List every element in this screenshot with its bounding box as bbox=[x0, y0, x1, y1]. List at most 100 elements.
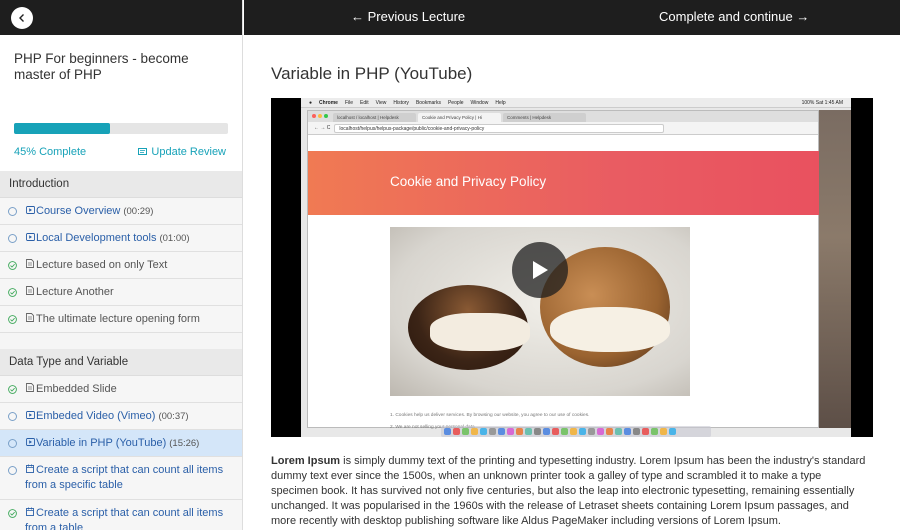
sidebar-header bbox=[0, 0, 242, 35]
lecture-nav-bar: ← Previous Lecture Complete and continue… bbox=[244, 0, 900, 35]
lesson-incomplete-status bbox=[5, 409, 19, 423]
mac-menu-item: File bbox=[344, 99, 353, 106]
lesson-title-wrap: Local Development tools (01:00) bbox=[25, 231, 190, 246]
lesson-title-wrap: Create a script that can count all items… bbox=[25, 463, 230, 493]
lesson-title-wrap: The ultimate lecture opening form bbox=[25, 312, 200, 327]
lesson-item[interactable]: Lecture based on only Text bbox=[0, 252, 242, 279]
browser-window: localhost / localhost | Helpdesk Cookie a… bbox=[307, 110, 820, 430]
lesson-incomplete-status bbox=[5, 463, 19, 477]
lesson-item[interactable]: Embeded Video (Vimeo) (00:37) bbox=[0, 403, 242, 430]
document-icon bbox=[25, 382, 35, 392]
mac-menu-item: Chrome bbox=[319, 99, 338, 106]
section-spacer bbox=[0, 333, 242, 349]
update-review-link[interactable]: Update Review bbox=[138, 146, 226, 158]
lesson-duration: (15:26) bbox=[169, 437, 200, 449]
completed-check-icon bbox=[7, 508, 17, 518]
mac-status: 100% Sat 1:45 AM bbox=[801, 99, 843, 106]
lesson-item[interactable]: Create a script that can count all items… bbox=[0, 457, 242, 500]
apple-icon: ● bbox=[309, 99, 313, 106]
calendar-icon bbox=[25, 464, 35, 474]
document-icon bbox=[25, 258, 35, 268]
lesson-title-wrap: Lecture Another bbox=[25, 285, 114, 300]
lesson-title: Local Development tools bbox=[36, 231, 157, 244]
lesson-title: Embeded Video (Vimeo) bbox=[36, 409, 156, 422]
lesson-title-wrap: Lecture based on only Text bbox=[25, 258, 167, 273]
browser-tabs: localhost / localhost | Helpdesk Cookie a… bbox=[308, 111, 818, 122]
mac-menu-item: Help bbox=[495, 99, 506, 106]
desktop-wallpaper bbox=[819, 110, 851, 428]
lesson-incomplete-status bbox=[5, 436, 19, 450]
play-icon bbox=[533, 261, 548, 279]
lesson-incomplete-status bbox=[5, 204, 19, 218]
video-icon bbox=[25, 232, 35, 242]
mac-dock bbox=[441, 426, 711, 437]
description-text: is simply dummy text of the printing and… bbox=[271, 455, 866, 527]
play-button[interactable] bbox=[512, 242, 568, 298]
lesson-title-wrap: Variable in PHP (YouTube) (15:26) bbox=[25, 436, 199, 451]
curriculum: Introduction Course Overview (00:29) Local … bbox=[0, 171, 242, 530]
lesson-duration: (00:29) bbox=[123, 205, 154, 217]
video-thumbnail bbox=[390, 227, 690, 396]
description-lead: Lorem Ipsum bbox=[271, 455, 341, 467]
incomplete-circle-icon bbox=[7, 438, 17, 448]
lesson-completed-status bbox=[5, 312, 19, 326]
section-header: Data Type and Variable bbox=[0, 349, 242, 376]
progress-label: 45% Complete bbox=[14, 146, 87, 158]
lecture-description: Lorem Ipsum is simply dummy text of the … bbox=[271, 454, 871, 529]
lesson-title-wrap: Create a script that can count all items… bbox=[25, 506, 230, 530]
incomplete-circle-icon bbox=[7, 233, 17, 243]
lesson-duration: (00:37) bbox=[158, 410, 189, 422]
incomplete-circle-icon bbox=[7, 465, 17, 475]
hero-title: Cookie and Privacy Policy bbox=[390, 174, 547, 189]
lesson-completed-status bbox=[5, 258, 19, 272]
lesson-title: The ultimate lecture opening form bbox=[36, 312, 200, 325]
completed-check-icon bbox=[7, 287, 17, 297]
lesson-title: Variable in PHP (YouTube) bbox=[36, 436, 167, 449]
nav-arrows-icon: ← → C bbox=[314, 125, 331, 131]
lesson-title-wrap: Embedded Slide bbox=[25, 382, 117, 397]
video-player[interactable]: ● Chrome File Edit View History Bookmarks Peop… bbox=[271, 98, 873, 437]
calendar-icon bbox=[25, 507, 35, 517]
course-sidebar: PHP For beginners - become master of PHP… bbox=[0, 0, 243, 530]
lesson-item[interactable]: Local Development tools (01:00) bbox=[0, 225, 242, 252]
lesson-title-wrap: Embeded Video (Vimeo) (00:37) bbox=[25, 409, 189, 424]
section-header: Introduction bbox=[0, 171, 242, 198]
completed-check-icon bbox=[7, 314, 17, 324]
policy-line-1: 1. Cookies help us deliver services. By … bbox=[390, 413, 590, 418]
video-icon bbox=[25, 205, 35, 215]
lesson-item[interactable]: Create a script that can count all items… bbox=[0, 500, 242, 530]
lesson-item[interactable]: The ultimate lecture opening form bbox=[0, 306, 242, 333]
progress-bar bbox=[14, 123, 228, 134]
mac-menu-item: Bookmarks bbox=[415, 99, 441, 106]
window-controls bbox=[312, 114, 328, 118]
lesson-title: Create a script that can count all items… bbox=[25, 464, 224, 491]
incomplete-circle-icon bbox=[7, 206, 17, 216]
lesson-title: Lecture Another bbox=[36, 285, 114, 298]
incomplete-circle-icon bbox=[7, 411, 17, 421]
chevron-left-icon bbox=[19, 13, 24, 22]
previous-lecture-button[interactable]: ← Previous Lecture bbox=[351, 9, 465, 24]
mac-menu-item: View bbox=[375, 99, 387, 106]
lesson-item[interactable]: Lecture Another bbox=[0, 279, 242, 306]
lesson-item[interactable]: Course Overview (00:29) bbox=[0, 198, 242, 225]
document-icon bbox=[25, 312, 35, 322]
course-title: PHP For beginners - become master of PHP bbox=[14, 51, 189, 82]
lesson-title: Course Overview bbox=[36, 204, 121, 217]
update-review-label: Update Review bbox=[151, 146, 226, 158]
comment-icon bbox=[138, 148, 148, 155]
back-button[interactable] bbox=[11, 6, 33, 29]
video-icon bbox=[25, 410, 35, 420]
complete-and-continue-button[interactable]: Complete and continue → bbox=[659, 9, 809, 24]
mac-menu-item: Edit bbox=[360, 99, 369, 106]
lesson-item[interactable]: Embedded Slide bbox=[0, 376, 242, 403]
lesson-completed-status bbox=[5, 382, 19, 396]
completed-check-icon bbox=[7, 384, 17, 394]
document-icon bbox=[25, 285, 35, 295]
progress-fill bbox=[14, 123, 111, 134]
lesson-title: Embedded Slide bbox=[36, 382, 117, 395]
lecture-content: Variable in PHP (YouTube) ● Chrome File Ed… bbox=[244, 35, 900, 530]
lesson-item[interactable]: Variable in PHP (YouTube) (15:26) bbox=[0, 430, 242, 457]
lesson-title: Lecture based on only Text bbox=[36, 258, 168, 271]
browser-tab: localhost / localhost | Helpdesk bbox=[333, 113, 416, 122]
mac-menu: Chrome File Edit View History Bookmarks People… bbox=[319, 100, 506, 106]
